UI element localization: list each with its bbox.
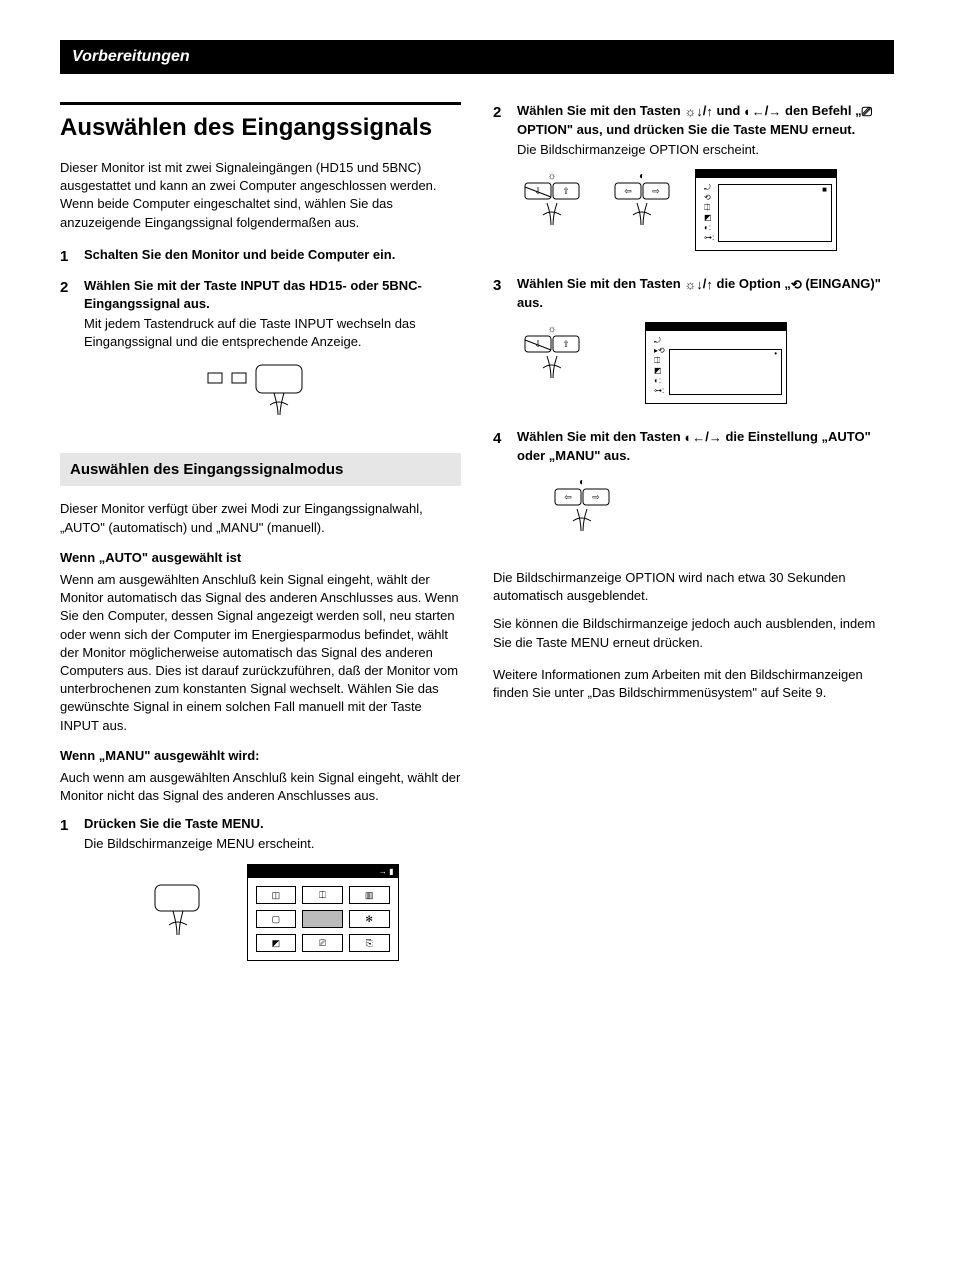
step-number: 2 — [493, 102, 507, 265]
contrast-rocker: ◐ ⇦ ⇨ — [607, 169, 677, 239]
right-icon: → — [709, 429, 722, 447]
down-icon: ↓ — [696, 103, 703, 121]
svg-text:⇨: ⇨ — [592, 492, 600, 502]
left-column: Auswählen des Eingangssignals Dieser Mon… — [60, 102, 461, 984]
menu-cell — [302, 910, 343, 928]
content-columns: Auswählen des Eingangssignals Dieser Mon… — [60, 102, 894, 984]
manu-paragraph: Auch wenn am ausgewählten Anschluß kein … — [60, 769, 461, 805]
figure-auto-manu: ◐ ⇦ ⇨ — [517, 475, 894, 545]
contrast-rocker: ◐ ⇦ ⇨ — [547, 475, 617, 545]
menu-cell: ◫ — [256, 886, 297, 904]
step-title: Wählen Sie mit den Tasten ☼↓/↑ die Optio… — [517, 275, 894, 312]
right-icon: → — [768, 103, 781, 121]
menu-cell: ⎚ — [302, 934, 343, 952]
right-column: 2 Wählen Sie mit den Tasten ☼↓/↑ und ◐←/… — [493, 102, 894, 984]
step-title: Wählen Sie mit der Taste INPUT das HD15-… — [84, 277, 461, 313]
figure-option-select: ☼ ⇩ ⇧ ◐ ⇦ ⇨ — [517, 169, 894, 251]
right-step-2: 2 Wählen Sie mit den Tasten ☼↓/↑ und ◐←/… — [493, 102, 894, 265]
figure-menu: → ▮ ◫ ⎅ ▥ ▢ ✻ ◩ ⎚ ⎘ — [84, 864, 461, 961]
osd-menu-grid: ◫ ⎅ ▥ ▢ ✻ ◩ ⎚ ⎘ — [248, 878, 398, 960]
step-number: 2 — [60, 277, 74, 436]
osd-icon-col: ⤾⟲⎅◩◐:⊶: — [704, 184, 714, 242]
outro-p1: Die Bildschirmanzeige OPTION wird nach e… — [493, 569, 894, 605]
step-number: 1 — [60, 815, 74, 975]
auto-paragraph: Wenn am ausgewählten Anschluß kein Signa… — [60, 571, 461, 735]
menu-cell: ◩ — [256, 934, 297, 952]
step-number: 4 — [493, 428, 507, 559]
svg-text:⇦: ⇦ — [564, 492, 572, 502]
osd-icon-col: ⤾▸⟲⎅◩◐:⊶: — [654, 337, 665, 395]
svg-text:☼: ☼ — [547, 324, 556, 335]
menu-cell: ⎘ — [349, 934, 390, 952]
rocker-group: ☼ ⇩ ⇧ ◐ ⇦ ⇨ — [517, 169, 677, 239]
osd-option-input: ⤾▸⟲⎅◩◐:⊶: — [645, 322, 787, 404]
outro-p3: Weitere Informationen zum Arbeiten mit d… — [493, 666, 894, 702]
step-number: 3 — [493, 275, 507, 418]
menu-button-illustration — [147, 877, 207, 947]
brightness-rocker: ☼ ⇩ ⇧ — [517, 322, 587, 392]
osd-menu-title: → ▮ — [248, 865, 398, 878]
osd-selection: ■ — [718, 184, 832, 242]
left-step-1: 1 Schalten Sie den Monitor und beide Com… — [60, 246, 461, 267]
figure-input-select: ☼ ⇩ ⇧ ⤾▸⟲⎅◩◐:⊶: — [517, 322, 894, 404]
step-desc: Die Bildschirmanzeige MENU erscheint. — [84, 835, 461, 853]
down-icon: ↓ — [696, 276, 703, 294]
brightness-icon: ☼ — [684, 103, 696, 121]
svg-text:⇦: ⇦ — [624, 186, 632, 196]
page-title: Auswählen des Eingangssignals — [60, 102, 461, 145]
input-button-illustration — [198, 361, 348, 421]
svg-text:◐: ◐ — [639, 171, 645, 182]
svg-text:⇧: ⇧ — [562, 339, 570, 349]
step-title: Schalten Sie den Monitor und beide Compu… — [84, 246, 461, 264]
osd-option: ⤾⟲⎅◩◐:⊶: ■ — [695, 169, 837, 251]
menu-cell: ▥ — [349, 886, 390, 904]
left-icon: ← — [752, 103, 765, 121]
right-step-4: 4 Wählen Sie mit den Tasten ◐←/→ die Ein… — [493, 428, 894, 559]
osd-menu: → ▮ ◫ ⎅ ▥ ▢ ✻ ◩ ⎚ ⎘ — [247, 864, 399, 961]
option-icon: ⎚ — [862, 103, 872, 121]
brightness-rocker: ☼ ⇩ ⇧ — [517, 169, 587, 239]
menu-cell: ✻ — [349, 910, 390, 928]
left-step-2: 2 Wählen Sie mit der Taste INPUT das HD1… — [60, 277, 461, 436]
brightness-icon: ☼ — [684, 276, 696, 294]
manu-step-1: 1 Drücken Sie die Taste MENU. Die Bildsc… — [60, 815, 461, 975]
subsection-title: Auswählen des Eingangssignalmodus — [60, 453, 461, 486]
step-desc: Die Bildschirmanzeige OPTION erscheint. — [517, 141, 894, 159]
manu-heading: Wenn „MANU" ausgewählt wird: — [60, 747, 461, 765]
contrast-icon: ◐ — [684, 429, 692, 447]
svg-text:⇨: ⇨ — [652, 186, 660, 196]
auto-heading: Wenn „AUTO" ausgewählt ist — [60, 549, 461, 567]
osd-selection — [669, 349, 782, 395]
step-title: Drücken Sie die Taste MENU. — [84, 815, 461, 833]
input-icon: ⟲ — [791, 276, 802, 294]
intro-text: Dieser Monitor ist mit zwei Signaleingän… — [60, 159, 461, 232]
figure-input-button — [84, 361, 461, 421]
menu-cell: ⎅ — [302, 886, 343, 904]
section-header-text: Vorbereitungen — [72, 48, 190, 65]
svg-text:⇧: ⇧ — [562, 186, 570, 196]
step-title: Wählen Sie mit den Tasten ☼↓/↑ und ◐←/→ … — [517, 102, 894, 139]
contrast-icon: ◐ — [744, 103, 752, 121]
section-header: Vorbereitungen — [60, 40, 894, 74]
step-title: Wählen Sie mit den Tasten ◐←/→ die Einst… — [517, 428, 894, 465]
outro-p2: Sie können die Bildschirmanzeige jedoch … — [493, 615, 894, 651]
mode-intro: Dieser Monitor verfügt über zwei Modi zu… — [60, 500, 461, 536]
svg-text:☼: ☼ — [547, 171, 556, 182]
left-icon: ← — [692, 429, 705, 447]
menu-cell: ▢ — [256, 910, 297, 928]
step-desc: Mit jedem Tastendruck auf die Taste INPU… — [84, 315, 461, 351]
right-step-3: 3 Wählen Sie mit den Tasten ☼↓/↑ die Opt… — [493, 275, 894, 418]
svg-text:◐: ◐ — [579, 477, 585, 488]
step-number: 1 — [60, 246, 74, 267]
